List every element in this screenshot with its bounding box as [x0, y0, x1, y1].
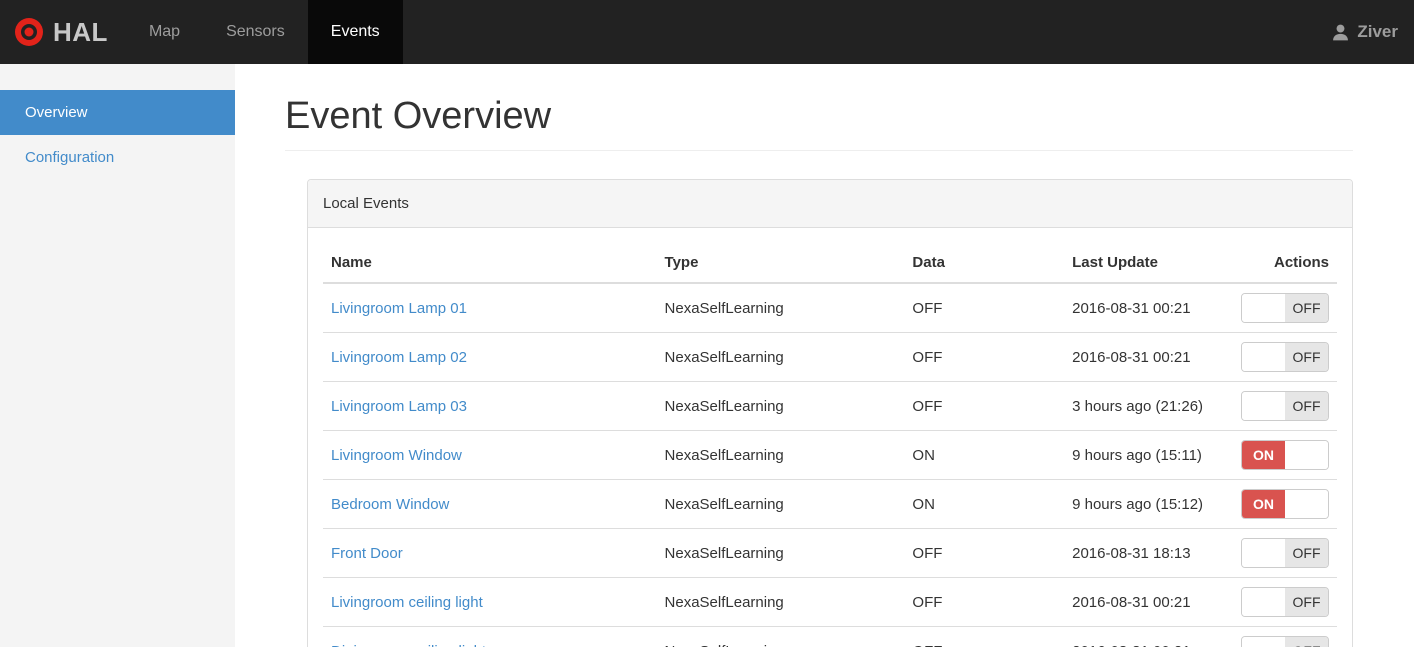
main-nav: Map Sensors Events — [126, 0, 403, 64]
event-data: ON — [904, 479, 1065, 529]
event-name-link[interactable]: Diningroom ceiling light — [331, 643, 486, 647]
table-row: Livingroom ceiling light NexaSelfLearnin… — [323, 577, 1337, 627]
event-name-link[interactable]: Bedroom Window — [331, 496, 449, 513]
toggle-label: OFF — [1285, 539, 1328, 567]
event-data: ON — [904, 430, 1065, 480]
brand-label: HAL — [53, 16, 108, 47]
table-row: Livingroom Lamp 01 NexaSelfLearning OFF … — [323, 283, 1337, 333]
person-icon — [1330, 22, 1351, 43]
event-type: NexaSelfLearning — [656, 528, 905, 578]
event-toggle-switch[interactable]: OFF — [1241, 293, 1329, 323]
event-name-link[interactable]: Livingroom ceiling light — [331, 594, 483, 611]
panel-body: Name Type Data Last Update Actions Livin… — [308, 228, 1352, 647]
table-row: Livingroom Lamp 03 NexaSelfLearning OFF … — [323, 381, 1337, 431]
event-type: NexaSelfLearning — [656, 626, 905, 647]
event-data: OFF — [904, 577, 1065, 627]
event-name-link[interactable]: Livingroom Lamp 03 — [331, 398, 467, 415]
page-title: Event Overview — [285, 95, 1353, 151]
event-last-update: 9 hours ago (15:11) — [1064, 430, 1233, 480]
toggle-label: OFF — [1285, 637, 1328, 647]
event-type: NexaSelfLearning — [656, 430, 905, 480]
toggle-handle — [1242, 588, 1285, 616]
event-type: NexaSelfLearning — [656, 283, 905, 333]
table-row: Livingroom Lamp 02 NexaSelfLearning OFF … — [323, 332, 1337, 382]
event-last-update: 3 hours ago (21:26) — [1064, 381, 1233, 431]
nav-item-events[interactable]: Events — [307, 0, 403, 64]
event-toggle-switch[interactable]: ON — [1241, 489, 1329, 519]
event-name-link[interactable]: Livingroom Lamp 01 — [331, 300, 467, 317]
toggle-label: ON — [1242, 441, 1285, 469]
event-toggle-switch[interactable]: OFF — [1241, 636, 1329, 647]
event-last-update: 2016-08-31 00:21 — [1064, 283, 1233, 333]
event-toggle-switch[interactable]: OFF — [1241, 538, 1329, 568]
toggle-label: OFF — [1285, 294, 1328, 322]
col-header-type: Type — [656, 243, 905, 284]
event-type: NexaSelfLearning — [656, 332, 905, 382]
event-last-update: 9 hours ago (15:12) — [1064, 479, 1233, 529]
event-data: OFF — [904, 332, 1065, 382]
event-name-link[interactable]: Livingroom Lamp 02 — [331, 349, 467, 366]
user-menu[interactable]: Ziver — [1314, 0, 1414, 64]
table-header-row: Name Type Data Last Update Actions — [323, 243, 1337, 284]
local-events-panel: Local Events Name Type Data Last Update … — [307, 179, 1353, 647]
event-last-update: 2016-08-31 18:13 — [1064, 528, 1233, 578]
app-root: HAL Map Sensors Events Ziver Overview Co… — [0, 0, 1414, 647]
toggle-handle — [1242, 637, 1285, 647]
target-icon — [14, 17, 44, 47]
event-toggle-switch[interactable]: OFF — [1241, 342, 1329, 372]
toggle-handle — [1242, 392, 1285, 420]
main-content: Event Overview Local Events Name Type Da… — [235, 64, 1414, 647]
col-header-last-update: Last Update — [1064, 243, 1233, 284]
event-type: NexaSelfLearning — [656, 577, 905, 627]
toggle-label: ON — [1242, 490, 1285, 518]
toggle-label: OFF — [1285, 392, 1328, 420]
col-header-data: Data — [904, 243, 1065, 284]
event-last-update: 2016-08-31 00:21 — [1064, 626, 1233, 647]
sidebar-item-overview[interactable]: Overview — [0, 90, 235, 135]
event-data: OFF — [904, 283, 1065, 333]
event-type: NexaSelfLearning — [656, 381, 905, 431]
toggle-handle — [1242, 539, 1285, 567]
event-toggle-switch[interactable]: OFF — [1241, 587, 1329, 617]
events-table-body: Livingroom Lamp 01 NexaSelfLearning OFF … — [323, 283, 1337, 647]
col-header-name: Name — [323, 243, 657, 284]
sidebar-item-configuration[interactable]: Configuration — [0, 135, 235, 180]
event-toggle-switch[interactable]: OFF — [1241, 391, 1329, 421]
toggle-label: OFF — [1285, 343, 1328, 371]
brand[interactable]: HAL — [0, 0, 126, 64]
event-data: OFF — [904, 381, 1065, 431]
event-type: NexaSelfLearning — [656, 479, 905, 529]
events-table: Name Type Data Last Update Actions Livin… — [323, 243, 1337, 647]
toggle-label: OFF — [1285, 588, 1328, 616]
event-toggle-switch[interactable]: ON — [1241, 440, 1329, 470]
col-header-actions: Actions — [1232, 243, 1337, 284]
table-row: Livingroom Window NexaSelfLearning ON 9 … — [323, 430, 1337, 480]
sidebar: Overview Configuration — [0, 64, 235, 647]
nav-item-sensors[interactable]: Sensors — [203, 0, 308, 64]
table-row: Front Door NexaSelfLearning OFF 2016-08-… — [323, 528, 1337, 578]
toggle-handle — [1285, 490, 1328, 518]
event-name-link[interactable]: Front Door — [331, 545, 403, 562]
event-last-update: 2016-08-31 00:21 — [1064, 577, 1233, 627]
toggle-handle — [1242, 343, 1285, 371]
event-last-update: 2016-08-31 00:21 — [1064, 332, 1233, 382]
top-navbar: HAL Map Sensors Events Ziver — [0, 0, 1414, 64]
toggle-handle — [1285, 441, 1328, 469]
panel-heading: Local Events — [308, 180, 1352, 228]
event-data: OFF — [904, 528, 1065, 578]
event-name-link[interactable]: Livingroom Window — [331, 447, 462, 464]
event-data: OFF — [904, 626, 1065, 647]
table-row: Bedroom Window NexaSelfLearning ON 9 hou… — [323, 479, 1337, 529]
nav-item-map[interactable]: Map — [126, 0, 203, 64]
username: Ziver — [1357, 22, 1398, 41]
toggle-handle — [1242, 294, 1285, 322]
table-row: Diningroom ceiling light NexaSelfLearnin… — [323, 626, 1337, 647]
